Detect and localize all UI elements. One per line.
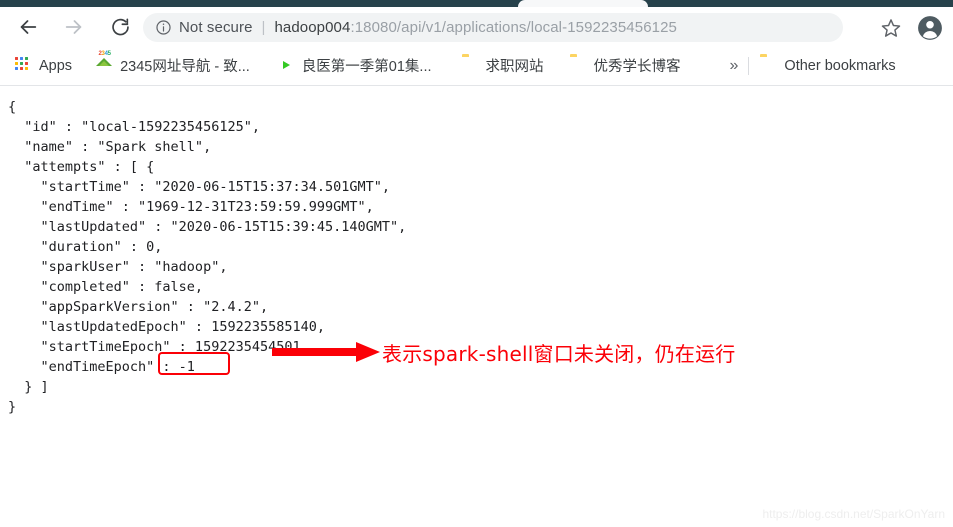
security-status-label: Not secure	[179, 19, 253, 36]
profile-avatar-button[interactable]	[917, 15, 943, 41]
bookmark-label: 良医第一季第01集...	[301, 59, 432, 75]
info-circle-icon[interactable]	[155, 19, 172, 36]
bookmarks-overflow-button[interactable]: »	[724, 57, 745, 75]
bookmarks-bar: Apps 2345 2345网址导航 - 致... 良医第一季第01集... 求…	[0, 46, 953, 86]
bookmark-item-video[interactable]: 良医第一季第01集...	[271, 53, 439, 79]
reload-icon	[110, 17, 131, 38]
bookmark-item-senior-blog[interactable]: 优秀学长博客	[563, 53, 688, 79]
house-2345-icon: 2345	[96, 51, 113, 74]
folder-icon	[462, 57, 479, 74]
tab-strip	[0, 0, 953, 7]
url-path: :18080/api/v1/applications/local-1592235…	[350, 19, 677, 36]
forward-button	[60, 13, 88, 41]
apps-grid-icon	[15, 57, 32, 74]
bookmark-label: 求职网站	[485, 59, 544, 75]
page-content: { "id" : "local-1592235456125", "name" :…	[0, 86, 953, 527]
folder-icon	[570, 57, 587, 74]
other-bookmarks-button[interactable]: Other bookmarks	[753, 53, 902, 79]
active-tab[interactable]	[518, 0, 648, 7]
annotation-note: 表示spark-shell窗口未关闭，仍在运行	[382, 342, 736, 366]
json-response-body: { "id" : "local-1592235456125", "name" :…	[8, 99, 407, 415]
reload-button[interactable]	[106, 13, 134, 41]
bookmarks-divider	[748, 56, 750, 75]
watermark: https://blog.csdn.net/SparkOnYarn	[762, 507, 945, 521]
star-icon	[880, 19, 902, 43]
bookmark-label: 2345网址导航 - 致...	[120, 59, 250, 75]
bookmark-item-apps[interactable]: Apps	[8, 53, 79, 79]
avatar-icon	[917, 16, 943, 45]
forward-arrow-icon	[63, 16, 85, 38]
bookmark-label: Apps	[39, 57, 73, 74]
bookmark-item-job-sites[interactable]: 求职网站	[455, 53, 551, 79]
folder-icon	[760, 57, 777, 74]
url-host: hadoop004	[274, 19, 351, 36]
bookmark-label: 优秀学长博客	[593, 59, 681, 75]
back-arrow-icon	[17, 16, 39, 38]
browser-toolbar: Not secure | hadoop004:18080/api/v1/appl…	[0, 7, 953, 46]
address-bar[interactable]: Not secure | hadoop004:18080/api/v1/appl…	[143, 13, 843, 42]
address-bar-url: hadoop004:18080/api/v1/applications/loca…	[274, 19, 677, 36]
other-bookmarks-label: Other bookmarks	[784, 57, 896, 74]
omnibox-separator: |	[261, 19, 266, 36]
bookmark-star-button[interactable]	[880, 17, 902, 39]
video-play-icon	[278, 57, 295, 74]
browser-window: Not secure | hadoop004:18080/api/v1/appl…	[0, 0, 953, 527]
bookmark-item-2345[interactable]: 2345 2345网址导航 - 致...	[89, 51, 257, 79]
back-button[interactable]	[14, 13, 42, 41]
